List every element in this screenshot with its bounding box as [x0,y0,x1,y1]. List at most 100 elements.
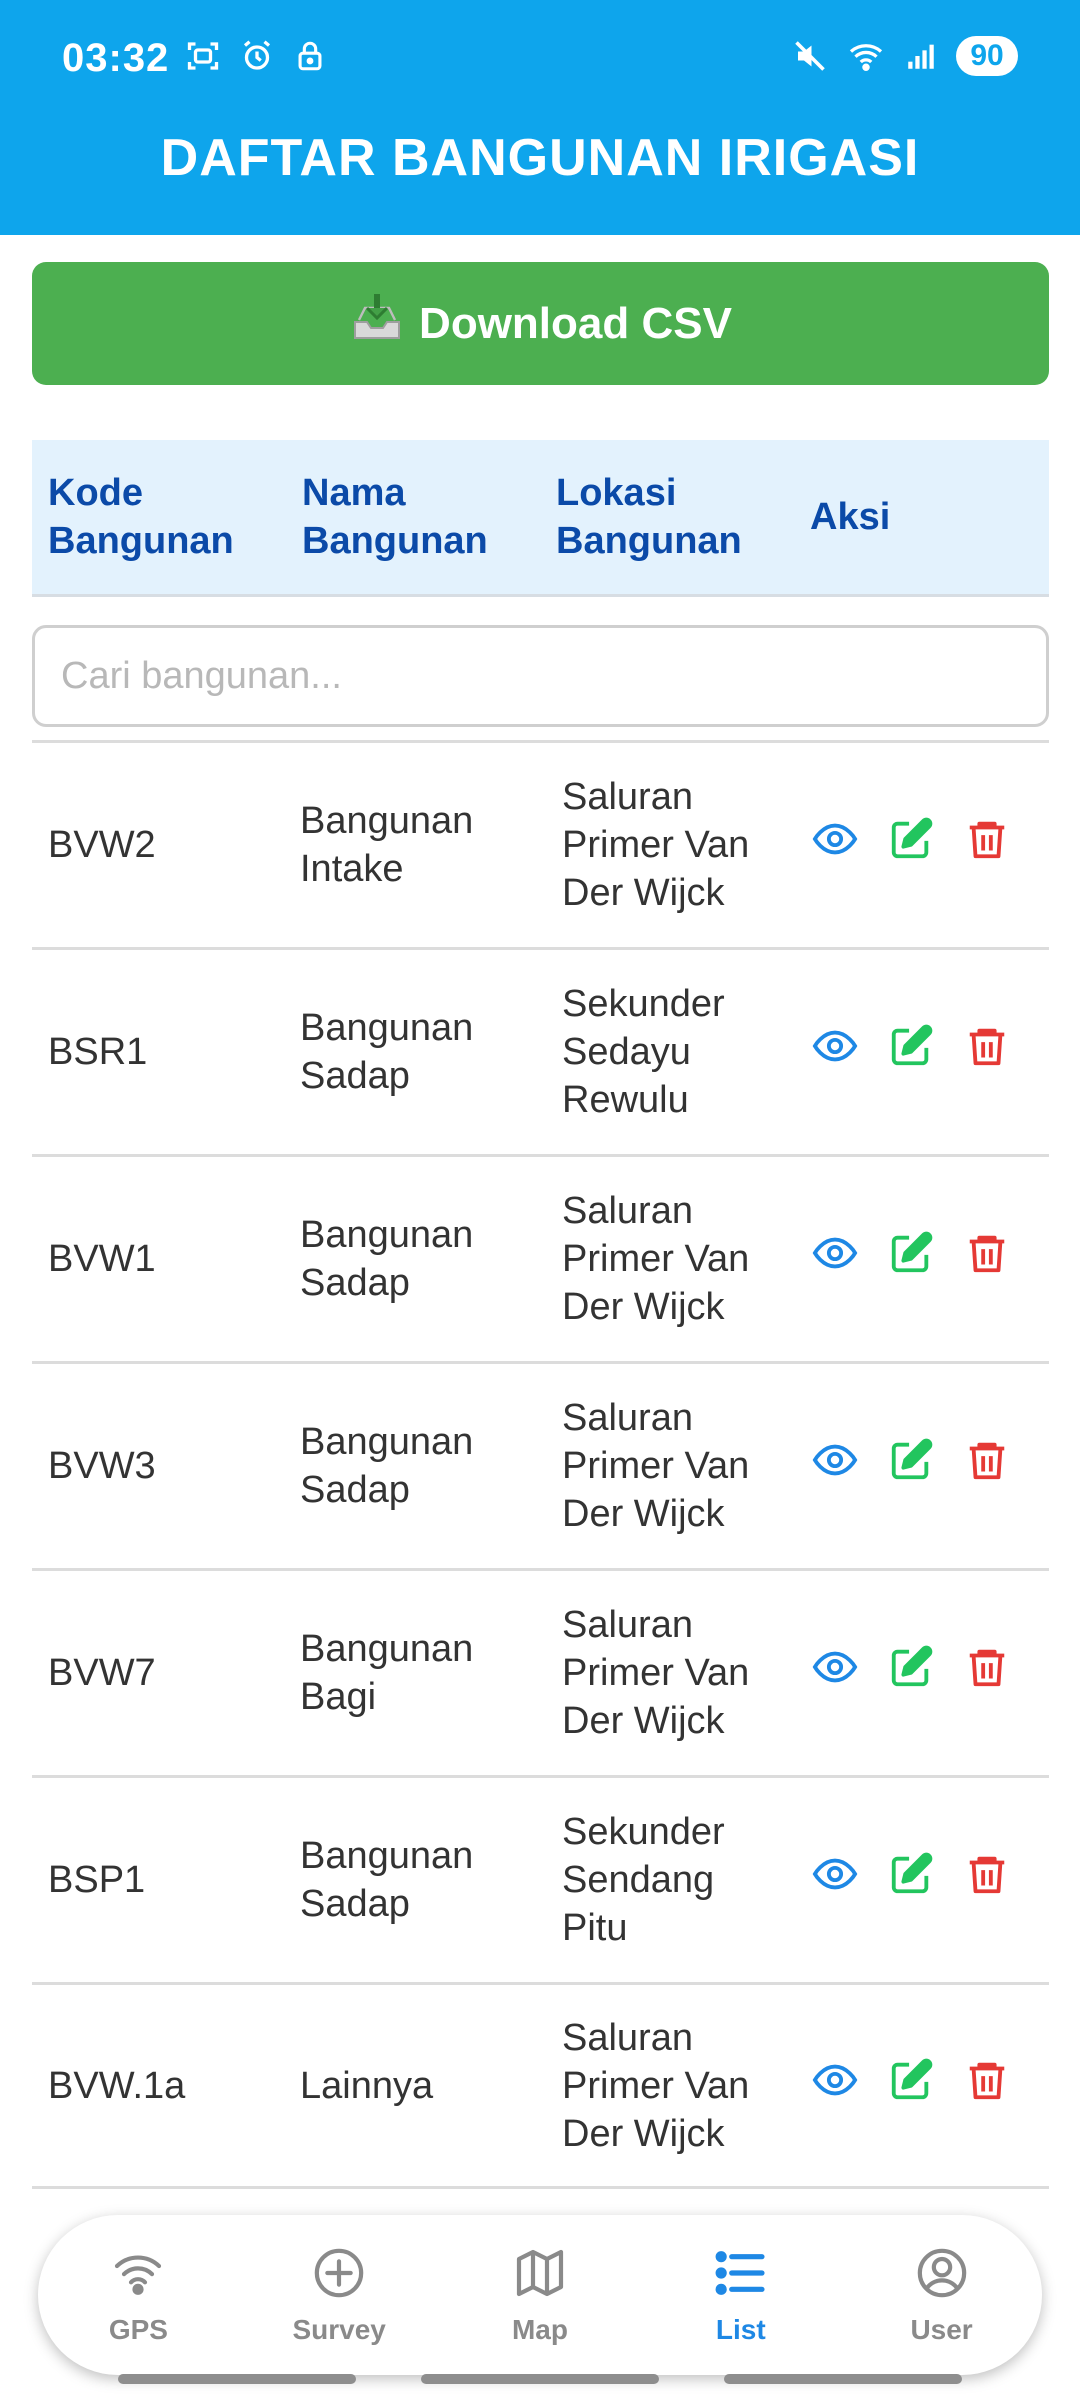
edit-button[interactable] [888,1852,934,1903]
status-right-icons: 90 [792,36,1018,76]
cell-kode: BVW.1a [48,2064,186,2107]
trash-icon [964,1230,1010,1288]
nav-label-map: Map [511,2313,568,2345]
cell-lokasi-line: Der Wijck [562,2112,725,2155]
cell-nama-line: Sadap [300,1262,410,1304]
wifi-icon [846,38,886,74]
cell-nama: Bangunan Sadap [294,1004,556,1100]
cell-lokasi-line: Der Wijck [562,1700,725,1742]
eye-icon [812,1023,858,1081]
cell-lokasi-line: Sendang [562,1859,715,1901]
view-button[interactable] [812,2063,858,2109]
edit-button[interactable] [888,1024,934,1075]
cell-lokasi-line: Saluran [562,2016,693,2059]
map-icon [512,2245,568,2306]
cell-lokasi-line: Der Wijck [562,1286,725,1328]
view-button[interactable] [812,1236,858,1282]
cell-nama-line: Bangunan [300,1007,474,1049]
delete-button[interactable] [964,2062,1010,2109]
view-button[interactable] [812,1650,858,1696]
cell-nama-line: Bangunan [300,1421,474,1463]
cell-nama: Lainnya [294,2062,556,2110]
cell-nama: Bangunan Bagi [294,1625,556,1721]
edit-button[interactable] [888,2058,934,2109]
download-csv-label: Download CSV [419,298,732,348]
table-row: BSP1 Bangunan Sadap Sekunder Sendang Pitu [32,1775,1049,1982]
trash-icon [964,1644,1010,1702]
delete-button[interactable] [964,1649,1010,1696]
cell-lokasi-line: Pitu [562,1907,628,1949]
edit-icon [888,1437,934,1495]
edit-button[interactable] [888,1645,934,1696]
table-row: BVW.1a Lainnya Saluran Primer Van Der Wijck [32,1982,1049,2189]
nav-item-list[interactable]: List [651,2245,831,2346]
screen: 03:32 90 DAFTAR BANGUNAN IRIGASI Downloa… [0,0,1080,2400]
nav-item-survey[interactable]: Survey [249,2245,429,2346]
download-csv-button[interactable]: Download CSV [32,262,1049,385]
cell-nama-line: Sadap [300,1055,410,1097]
cell-lokasi: Saluran Primer Van Der Wijck [556,2014,806,2158]
table-row: BVW3 Bangunan Sadap Saluran Primer Van Der Wi… [32,1361,1049,1568]
nav-item-user[interactable]: User [852,2245,1032,2346]
cell-lokasi-line: Der Wijck [562,1493,725,1535]
delete-button[interactable] [964,1856,1010,1903]
page-title: DAFTAR BANGUNAN IRIGASI [160,129,920,187]
delete-button[interactable] [964,1028,1010,1075]
cell-kode: BSR1 [48,1031,148,1073]
nav-item-map[interactable]: Map [450,2245,630,2346]
eye-icon [812,1230,858,1288]
screenshot-icon [185,38,221,74]
cell-kode: BVW3 [48,1445,156,1487]
cell-lokasi-line: Saluran [562,1190,693,1232]
cell-lokasi-line: Saluran [562,1604,693,1646]
nav-label-gps: GPS [108,2313,168,2345]
view-button[interactable] [812,1029,858,1075]
nav-item-gps[interactable]: GPS [48,2245,228,2346]
gesture-bar-center [421,2374,659,2384]
eye-icon [812,1851,858,1909]
mute-icon [792,38,828,74]
view-button[interactable] [812,1857,858,1903]
cell-nama-line: Bagi [300,1676,377,1718]
view-button[interactable] [812,822,858,868]
cell-nama-line: Bangunan [300,1835,474,1877]
table-row: BVW2 Bangunan Intake Saluran Primer Van Der W… [32,740,1049,947]
search-input[interactable] [32,625,1049,727]
trash-icon [964,2057,1010,2115]
cell-nama-line: Sadap [300,1883,410,1925]
cell-nama-line: Sadap [300,1469,410,1511]
delete-button[interactable] [964,1235,1010,1282]
cell-lokasi: Saluran Primer Van Der Wijck [556,1601,806,1745]
eye-icon [812,816,858,874]
cell-nama: Bangunan Sadap [294,1211,556,1307]
edit-button[interactable] [888,817,934,868]
column-header-lokasi: Lokasi Bangunan [556,472,742,562]
delete-button[interactable] [964,1442,1010,1489]
cell-lokasi-line: Rewulu [562,1079,689,1121]
gesture-bar-right [724,2374,962,2384]
edit-button[interactable] [888,1231,934,1282]
cell-kode: BVW1 [48,1238,156,1280]
trash-icon [964,1437,1010,1495]
plus-circle-icon [311,2245,367,2306]
cell-nama-line: Bangunan [300,800,474,842]
cell-nama: Bangunan Sadap [294,1832,556,1928]
cell-lokasi-line: Primer Van [562,1238,750,1280]
cell-lokasi-line: Der Wijck [562,872,725,914]
alarm-icon [239,38,275,74]
column-header-aksi: Aksi [810,496,891,538]
view-button[interactable] [812,1443,858,1489]
delete-button[interactable] [964,821,1010,868]
cell-lokasi-line: Sekunder [562,983,725,1025]
cell-aksi [806,1645,1049,1696]
download-tray-icon [349,292,405,355]
signal-icon [904,39,938,73]
status-bar: 03:32 90 [0,0,1080,120]
nav-label-user: User [910,2313,973,2345]
cell-aksi [806,1852,1049,1903]
edit-icon [888,1644,934,1702]
cell-aksi [806,1024,1049,1075]
edit-button[interactable] [888,1438,934,1489]
eye-icon [812,1437,858,1495]
lock-icon [293,38,327,74]
